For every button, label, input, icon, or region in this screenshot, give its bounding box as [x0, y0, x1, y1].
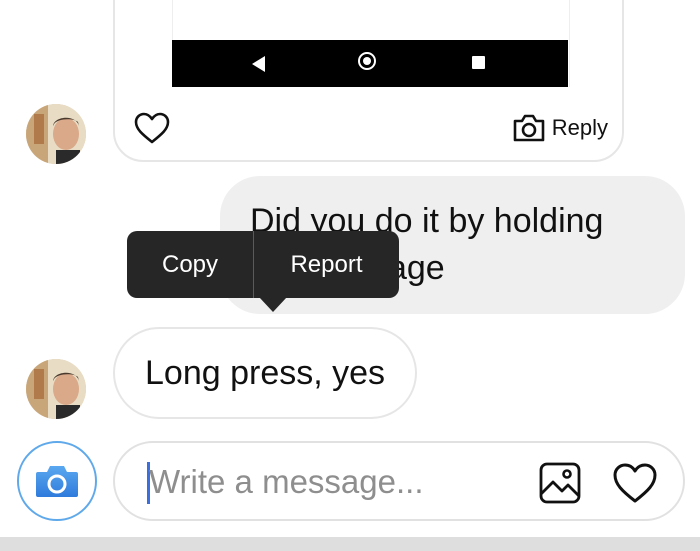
avatar-photo [26, 359, 86, 419]
message-context-menu: Copy Report [127, 231, 399, 312]
like-post-button[interactable] [134, 112, 170, 144]
android-nav-bar [172, 40, 568, 87]
avatar[interactable] [26, 104, 86, 164]
circle-home-icon [358, 52, 376, 70]
reply-button[interactable]: Reply [512, 112, 608, 144]
report-menu-item[interactable]: Report [254, 231, 399, 298]
square-recents-icon [472, 56, 485, 69]
triangle-back-icon [252, 56, 265, 72]
image-icon [539, 462, 581, 504]
message-composer [113, 441, 685, 521]
copy-menu-item[interactable]: Copy [127, 231, 253, 298]
incoming-message-bubble[interactable]: Long press, yes [113, 327, 418, 419]
gallery-button[interactable] [538, 461, 582, 505]
heart-outline-icon [613, 463, 657, 503]
message-input[interactable] [149, 457, 519, 507]
avatar-photo [26, 104, 86, 164]
bottom-edge [0, 537, 700, 551]
shared-post-card[interactable]: Reply [113, 0, 624, 162]
heart-outline-icon [134, 112, 170, 144]
camera-icon [36, 466, 78, 497]
message-text: Long press, yes [145, 353, 386, 392]
reply-label: Reply [551, 115, 608, 140]
camera-button[interactable] [17, 441, 97, 521]
send-like-button[interactable] [612, 462, 658, 504]
camera-outline-icon [513, 114, 545, 142]
avatar[interactable] [26, 359, 86, 419]
